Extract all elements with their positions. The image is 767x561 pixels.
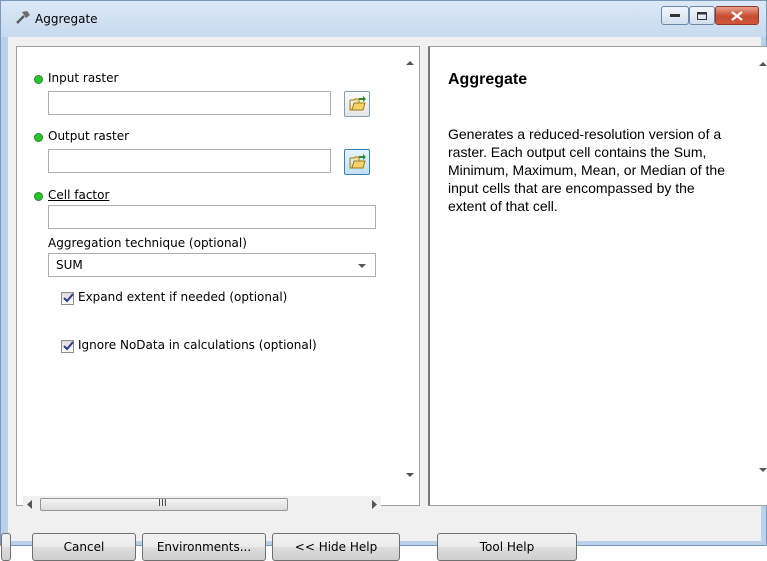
- minimize-icon: [670, 13, 680, 17]
- tool-dialog-window: Aggregate Input raster Output raster Cel…: [0, 0, 767, 561]
- help-description: Generates a reduced-resolution version o…: [448, 126, 725, 214]
- folder-open-icon: [349, 96, 366, 111]
- help-pane: Aggregate Generates a reduced-resolution…: [428, 46, 767, 506]
- input-raster-label: Input raster: [48, 71, 119, 85]
- required-indicator-icon: [34, 192, 43, 201]
- maximize-icon: [697, 11, 707, 20]
- window-title: Aggregate: [35, 12, 98, 26]
- ignore-nodata-checkbox[interactable]: [61, 340, 74, 353]
- help-vertical-scrollbar[interactable]: [755, 47, 767, 505]
- aggregation-technique-label: Aggregation technique (optional): [48, 236, 247, 250]
- scroll-up-icon[interactable]: [759, 62, 767, 66]
- cell-factor-label: Cell factor: [48, 188, 110, 202]
- ok-button-partial[interactable]: [1, 533, 11, 561]
- scroll-down-icon[interactable]: [406, 473, 414, 477]
- scroll-down-icon[interactable]: [759, 468, 767, 472]
- output-raster-browse-button[interactable]: [344, 149, 370, 175]
- dialog-client-area: Input raster Output raster Cell factor A…: [1, 37, 767, 561]
- required-indicator-icon: [34, 75, 43, 84]
- checkmark-icon: [63, 341, 74, 351]
- scroll-thumb-grip: III: [158, 498, 167, 509]
- hide-help-button[interactable]: << Hide Help: [272, 533, 400, 561]
- ignore-nodata-label: Ignore NoData in calculations (optional): [78, 338, 317, 352]
- aggregation-selected-value: SUM: [56, 258, 83, 272]
- expand-extent-checkbox[interactable]: [61, 292, 74, 305]
- close-button[interactable]: [715, 6, 759, 25]
- scroll-right-icon[interactable]: [372, 500, 377, 509]
- minimize-button[interactable]: [661, 6, 689, 25]
- cell-factor-field[interactable]: [48, 205, 376, 229]
- parameters-horizontal-scrollbar[interactable]: III: [23, 496, 381, 513]
- horizontal-scroll-thumb[interactable]: III: [40, 498, 288, 511]
- maximize-button[interactable]: [689, 6, 715, 25]
- help-title: Aggregate: [448, 71, 528, 88]
- folder-open-icon: [349, 154, 366, 169]
- scroll-left-icon[interactable]: [27, 500, 32, 509]
- expand-extent-label: Expand extent if needed (optional): [78, 290, 288, 304]
- checkmark-icon: [63, 293, 74, 303]
- environments-button[interactable]: Environments...: [142, 533, 266, 561]
- tool-help-button[interactable]: Tool Help: [437, 533, 577, 561]
- required-indicator-icon: [34, 133, 43, 142]
- parameters-pane: Input raster Output raster Cell factor A…: [16, 46, 420, 506]
- parameters-vertical-scrollbar[interactable]: [402, 47, 419, 487]
- chevron-down-icon: [358, 264, 366, 268]
- input-raster-field[interactable]: [48, 91, 331, 115]
- scroll-up-icon[interactable]: [406, 61, 414, 65]
- hammer-icon: [16, 11, 30, 24]
- output-raster-field[interactable]: [48, 149, 331, 173]
- cancel-button[interactable]: Cancel: [32, 533, 136, 561]
- input-raster-browse-button[interactable]: [344, 91, 370, 117]
- close-icon: [731, 10, 743, 21]
- title-bar[interactable]: Aggregate: [1, 1, 766, 37]
- output-raster-label: Output raster: [48, 129, 130, 143]
- aggregation-technique-select[interactable]: SUM: [48, 253, 376, 277]
